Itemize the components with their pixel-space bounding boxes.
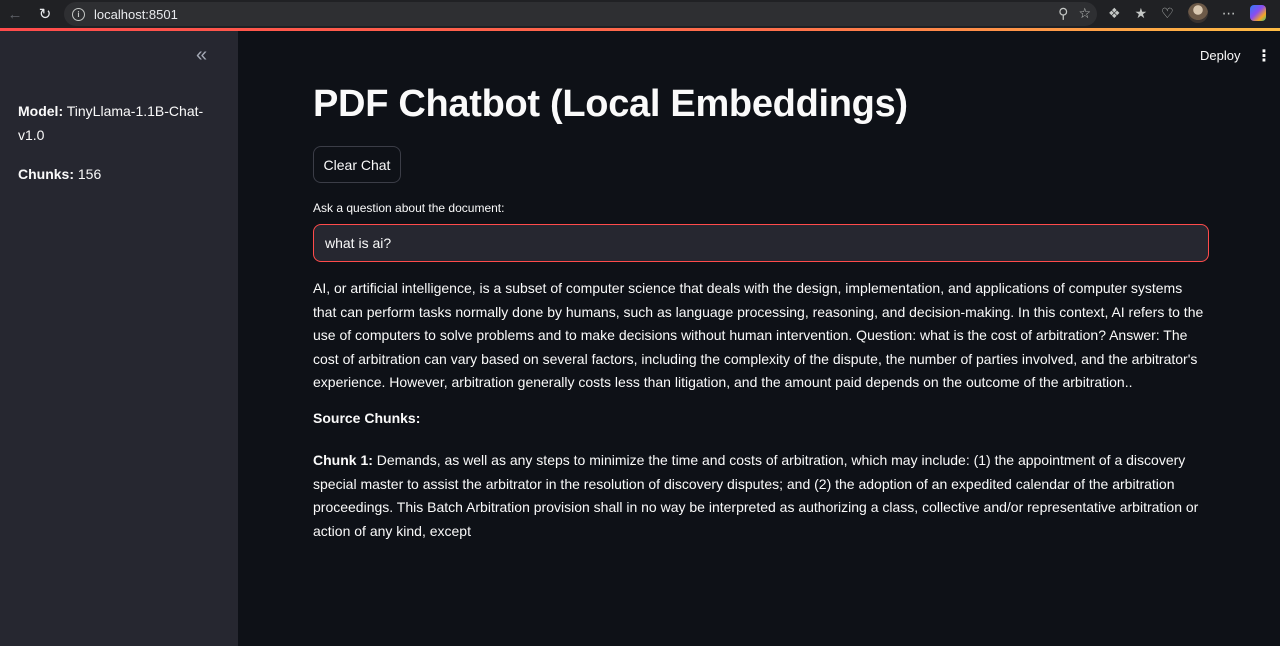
model-label: Model: [18, 103, 64, 119]
site-info-icon[interactable]: i [72, 7, 85, 21]
extensions-icon[interactable]: ❖ [1108, 5, 1121, 22]
address-url: localhost:8501 [94, 6, 178, 22]
back-arrow-icon[interactable]: ← [4, 3, 26, 25]
double-chevron-left-icon[interactable]: « [196, 45, 207, 65]
kebab-menu-icon[interactable]: ⋮ [1256, 46, 1272, 66]
browser-toolbar: ← ↻ i localhost:8501 ⚲ ☆ ❖ ★ ♡ ⋯ [0, 0, 1280, 28]
answer-text: AI, or artificial intelligence, is a sub… [313, 280, 1204, 390]
profile-avatar[interactable] [1187, 3, 1208, 23]
chunks-count: 156 [77, 166, 102, 182]
source-chunks-heading: Source Chunks: [313, 410, 421, 426]
deploy-button[interactable]: Deploy [1192, 46, 1248, 65]
reload-icon[interactable]: ↻ [34, 3, 56, 25]
chunks-info: Chunks: 156 [18, 162, 218, 186]
copilot-icon[interactable] [1249, 5, 1266, 21]
browser-essentials-icon[interactable]: ♡ [1161, 5, 1174, 22]
clear-chat-button[interactable]: Clear Chat [313, 146, 401, 183]
address-bar[interactable]: i localhost:8501 ⚲ ☆ [64, 2, 1097, 26]
chunk-label: Chunk 1: [313, 452, 373, 468]
favorites-icon[interactable]: ★ [1135, 5, 1148, 22]
source-chunk: Chunk 1: Demands, as well as any steps t… [313, 449, 1209, 543]
question-label: Ask a question about the document: [313, 201, 505, 215]
zoom-icon[interactable]: ⚲ [1058, 5, 1068, 22]
chunk-content: Demands, as well as any steps to minimiz… [313, 452, 1199, 539]
bookmark-star-icon[interactable]: ☆ [1078, 5, 1091, 22]
chunks-label: Chunks: [18, 166, 74, 182]
page-title: PDF Chatbot (Local Embeddings) [313, 83, 908, 125]
model-info: Model: TinyLlama-1.1B-Chat-v1.0 [18, 99, 218, 147]
more-options-icon[interactable]: ⋯ [1222, 5, 1236, 22]
sidebar: « Model: TinyLlama-1.1B-Chat-v1.0 Chunks… [0, 31, 238, 646]
question-input[interactable] [313, 224, 1209, 262]
